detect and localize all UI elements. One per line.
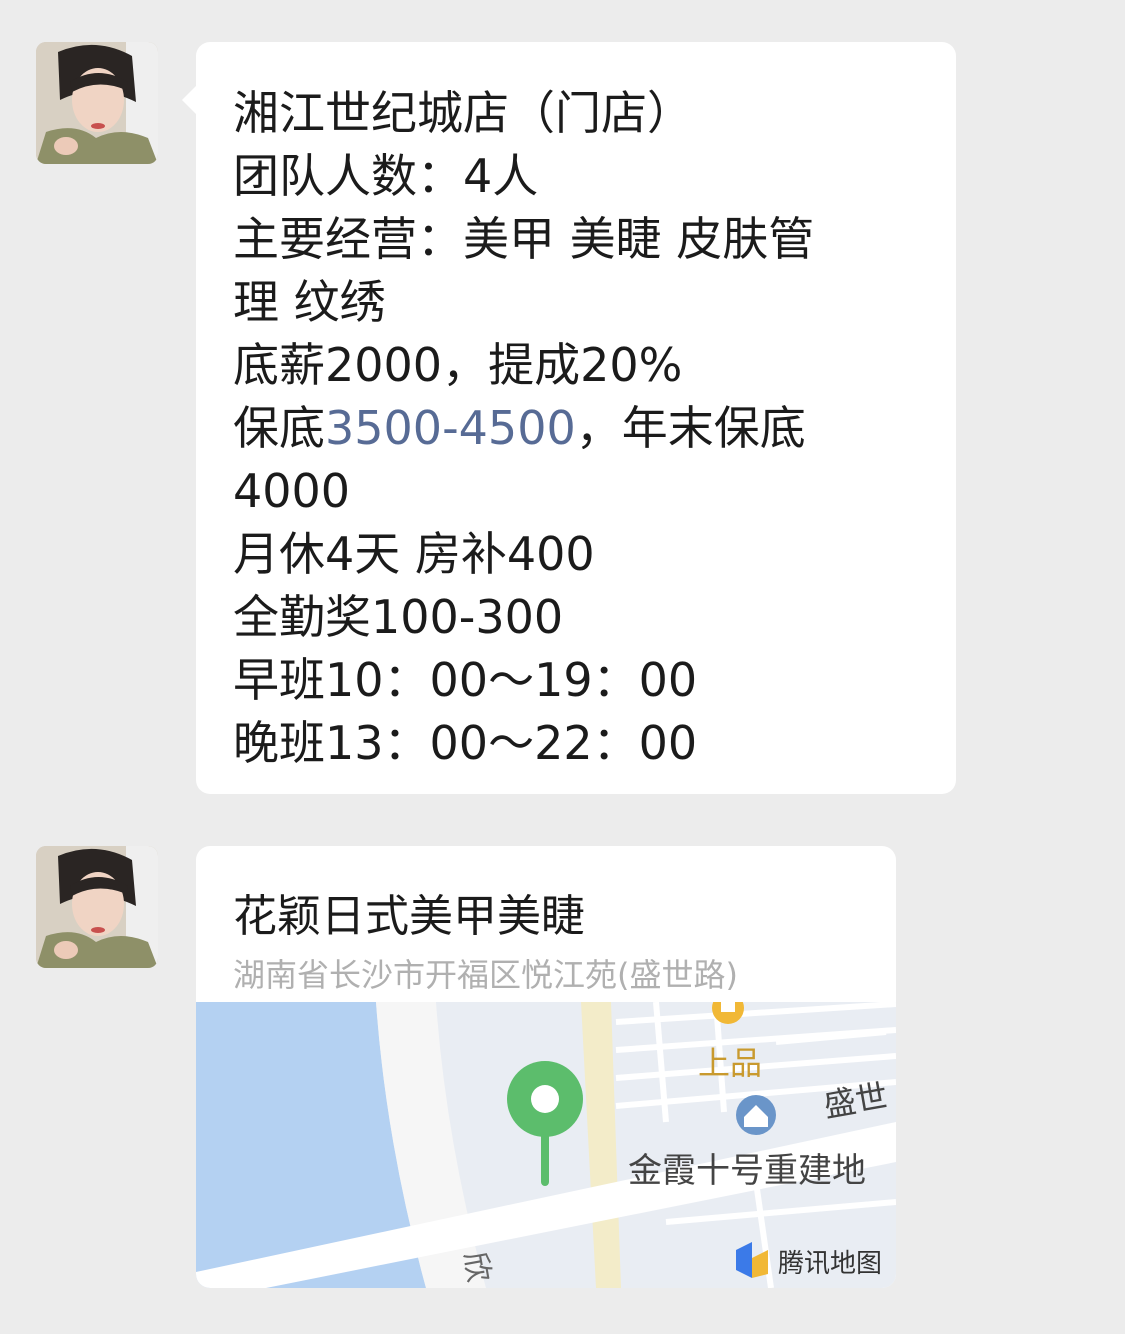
line-suffix: ，年末保底 <box>575 401 806 455</box>
main-road-vertical <box>581 1002 621 1288</box>
line-prefix: 保底 <box>233 401 325 455</box>
avatar-photo <box>36 42 158 164</box>
message-line: 底薪2000，提成20% <box>233 338 683 392</box>
map-label: 盛世 <box>821 1076 891 1125</box>
message-line: 团队人数：4人 <box>233 149 539 203</box>
map-label: 欣 <box>457 1249 497 1285</box>
location-pin-icon <box>507 1061 583 1186</box>
message-line: 全勤奖100-300 <box>233 590 564 644</box>
sender-avatar[interactable] <box>36 42 158 164</box>
message-text: 湘江世纪城店（门店） 团队人数：4人 主要经营：美甲 美睫 皮肤管 理 纹绣 底… <box>233 82 926 775</box>
map-label: 金霞十号重建地 <box>628 1151 866 1191</box>
message-line: 湘江世纪城店（门店） <box>233 86 693 140</box>
message-line: 主要经营：美甲 美睫 皮肤管 <box>233 212 815 266</box>
home-icon <box>736 1095 776 1135</box>
number-link[interactable]: 3500-4500 <box>325 401 576 455</box>
map-label: 上品 <box>698 1044 762 1082</box>
avatar-photo <box>36 846 158 968</box>
message-line: 晚班13：00～22：00 <box>233 716 698 770</box>
location-message-card[interactable]: 花颖日式美甲美睫 湖南省长沙市开福区悦江苑(盛世路) 上品 盛世 金霞十号重建地… <box>196 846 896 1288</box>
message-line: 月休4天 房补400 <box>233 527 595 581</box>
sender-avatar[interactable] <box>36 846 158 968</box>
location-address: 湖南省长沙市开福区悦江苑(盛世路) <box>233 956 738 994</box>
location-title: 花颖日式美甲美睫 <box>233 891 585 942</box>
map-preview[interactable]: 上品 盛世 金霞十号重建地 欣 腾讯地图 <box>196 1002 896 1288</box>
message-line: 4000 <box>233 464 351 518</box>
map-provider-label: 腾讯地图 <box>778 1249 882 1279</box>
message-line: 理 纹绣 <box>233 275 386 329</box>
message-line: 保底3500-4500，年末保底 <box>233 397 926 460</box>
message-line: 早班10：00～19：00 <box>233 653 698 707</box>
text-message-bubble[interactable]: 湘江世纪城店（门店） 团队人数：4人 主要经营：美甲 美睫 皮肤管 理 纹绣 底… <box>182 42 956 794</box>
